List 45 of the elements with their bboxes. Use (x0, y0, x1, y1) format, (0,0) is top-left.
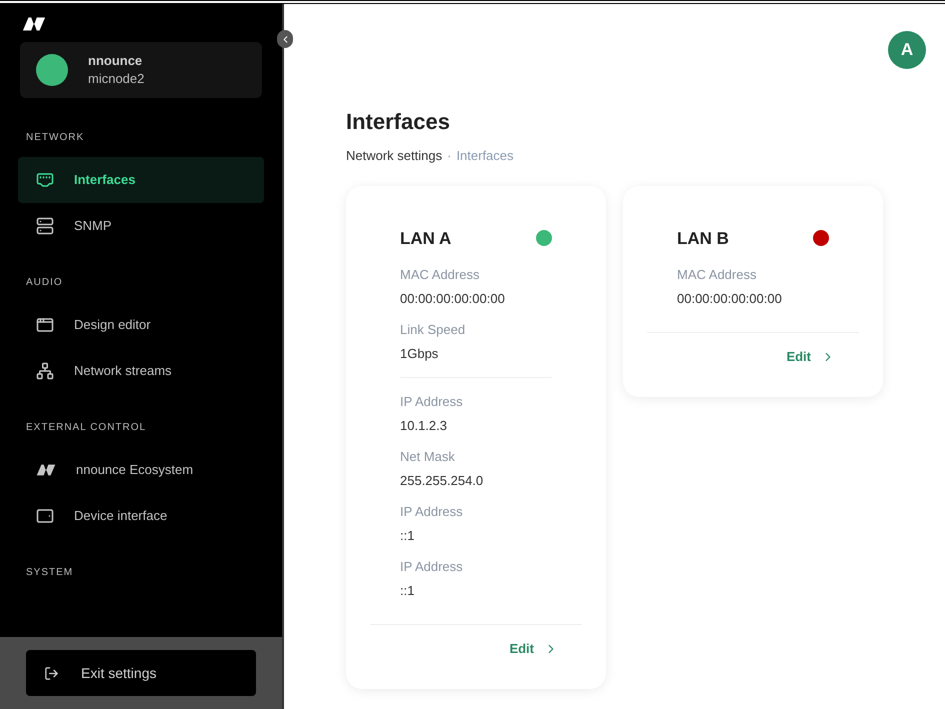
field-value: 1Gbps (400, 344, 440, 363)
collapse-button[interactable] (277, 30, 293, 48)
field-label: IP Address (400, 393, 464, 411)
breadcrumb-item: Interfaces (456, 147, 514, 165)
edit-link[interactable]: Edit (509, 639, 558, 658)
field-label: Link Speed (400, 321, 466, 339)
nav-item[interactable]: nnounce Ecosystem (18, 447, 264, 493)
section-heading: AUDIO (25, 276, 64, 290)
field-label: Net Mask (400, 448, 456, 466)
device-brand: nnounce (88, 52, 144, 70)
logo-icon (36, 463, 56, 477)
logo (22, 16, 46, 32)
server-icon (36, 217, 54, 235)
exit-settings-button[interactable]: Exit settings (26, 650, 256, 696)
tablet-icon (36, 507, 54, 525)
edit-link[interactable]: Edit (786, 347, 835, 366)
field-label: IP Address (400, 503, 464, 521)
section-heading: SYSTEM (25, 566, 74, 580)
field-value: 00:00:00:00:00:00 (400, 290, 506, 308)
field-label: MAC Address (677, 266, 758, 284)
page-title: Interfaces (346, 108, 450, 136)
nav-item[interactable]: Interfaces (18, 157, 264, 203)
nav-item[interactable]: SNMP (18, 203, 264, 249)
user-avatar[interactable]: A (888, 31, 926, 69)
ethernet-port-icon (36, 171, 54, 189)
nav-item[interactable]: Network streams (18, 348, 264, 394)
section-heading: EXTERNAL CONTROL (25, 421, 148, 435)
field-label: IP Address (400, 558, 464, 576)
nav-item[interactable]: Design editor (18, 302, 264, 348)
field-value: ::1 (400, 526, 416, 544)
card-title: LAN B (677, 228, 729, 250)
section-heading: NETWORK (25, 131, 86, 145)
field-label: MAC Address (400, 266, 480, 284)
device-name: micnode2 (88, 70, 144, 88)
field-value: 00:00:00:00:00:00 (677, 290, 783, 308)
breadcrumb-item[interactable]: Network settings (346, 146, 442, 166)
card-title: LAN A (400, 228, 452, 250)
field-value: ::1 (400, 582, 416, 600)
exit-icon (44, 666, 59, 680)
window-icon (36, 316, 54, 334)
field-value: 10.1.2.3 (400, 416, 448, 434)
breadcrumb-separator: · (447, 147, 452, 165)
network-icon (36, 362, 54, 380)
nav-item[interactable]: Device interface (18, 493, 264, 539)
field-value: 255.255.254.0 (400, 472, 484, 490)
